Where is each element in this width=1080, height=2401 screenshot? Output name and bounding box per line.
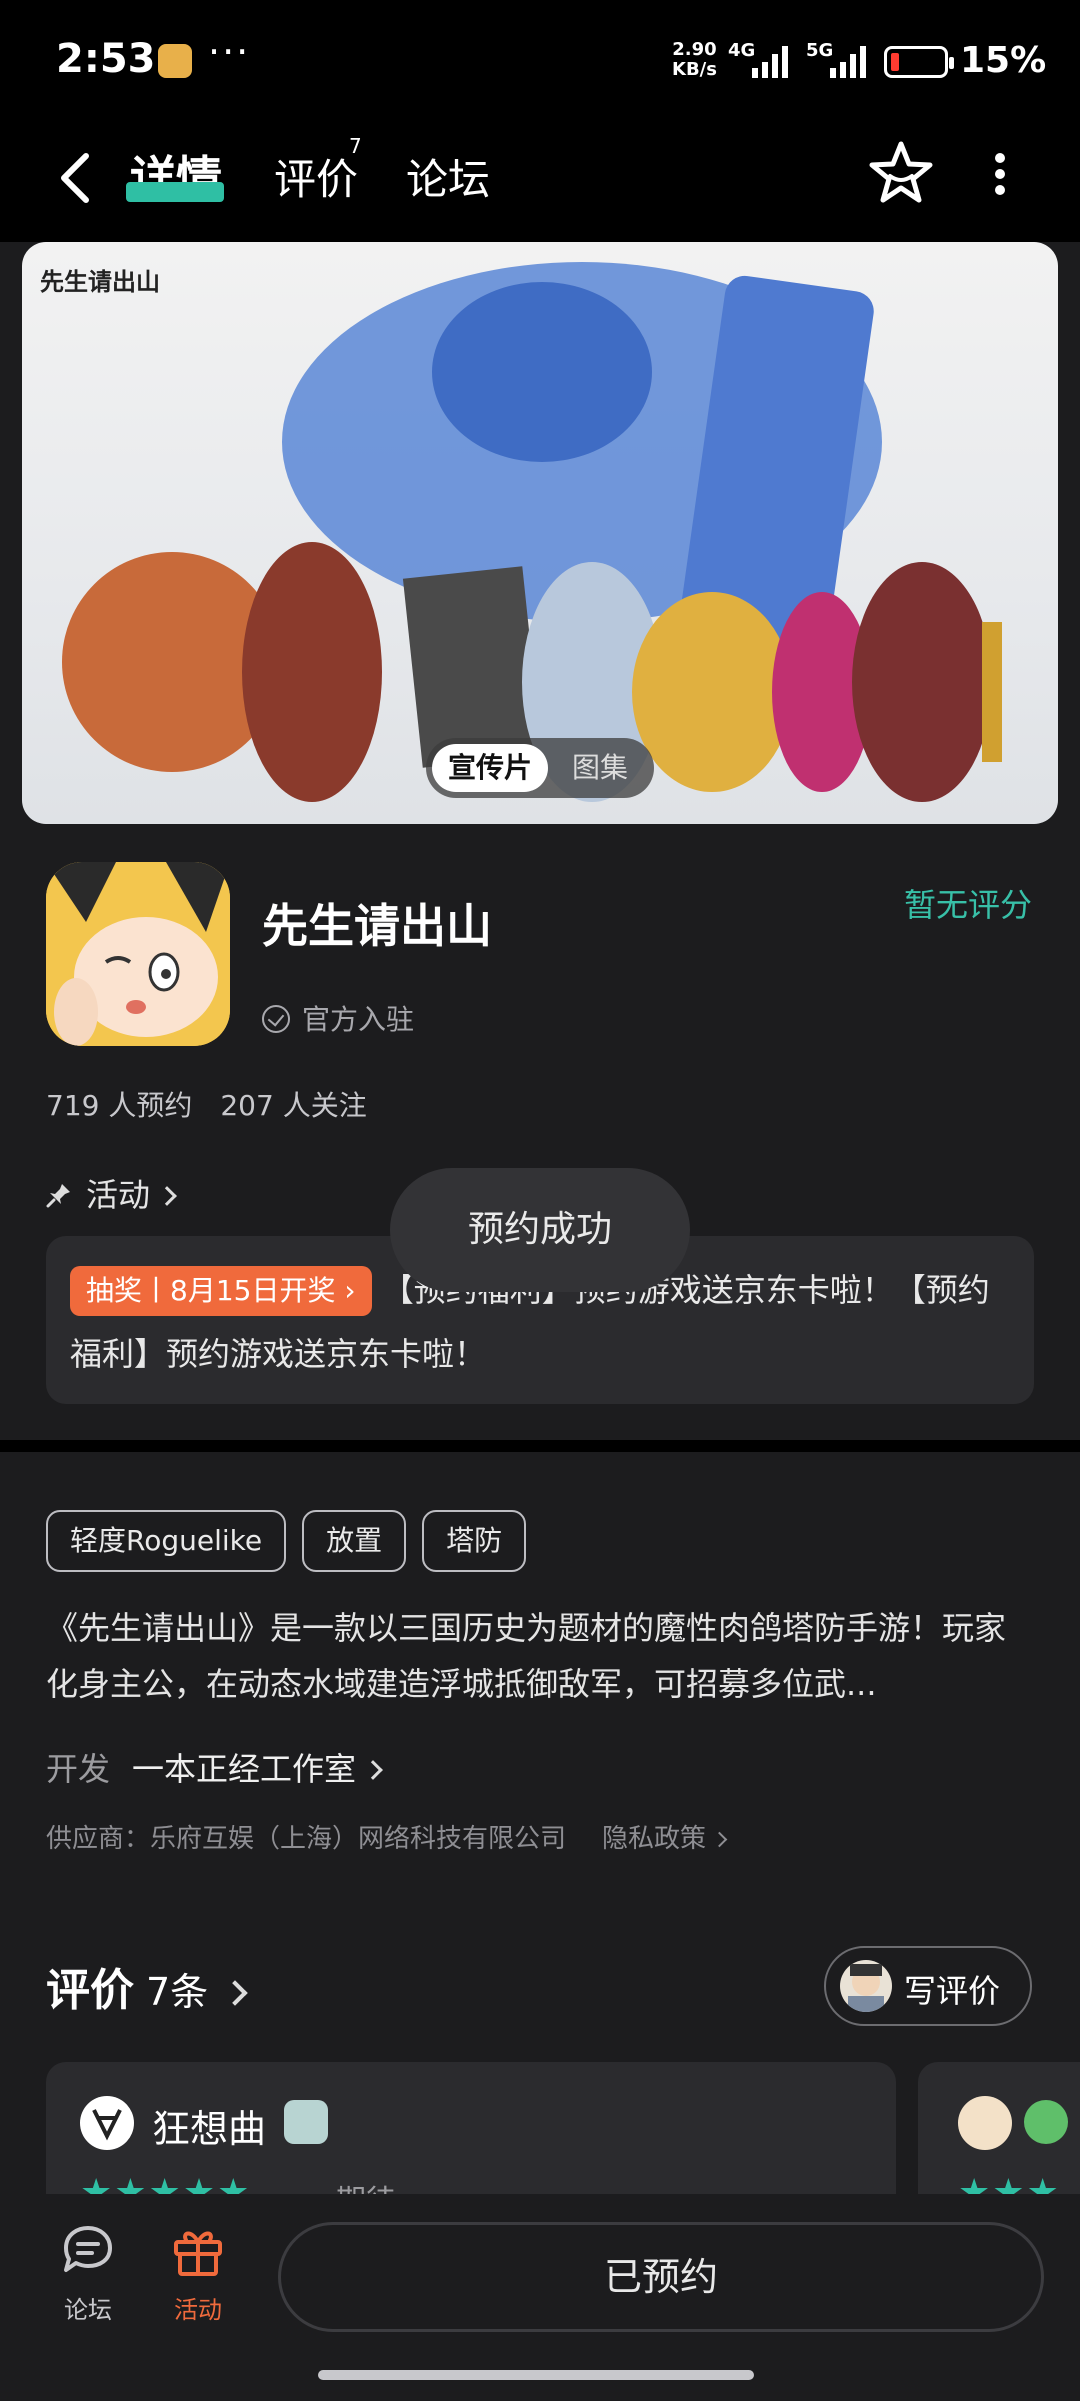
battery-icon (884, 46, 954, 78)
app-stats: 719 人预约 207 人关注 (46, 1084, 367, 1124)
media-toggle: 宣传片 图集 (426, 738, 654, 798)
reviewer-avatar (80, 2096, 134, 2150)
tag-idle[interactable]: 放置 (302, 1510, 407, 1572)
section-divider (0, 1440, 1080, 1452)
banner-artwork (62, 262, 1002, 802)
notification-app-icon (158, 44, 192, 78)
more-notifications-icon: ··· (208, 30, 251, 74)
tag-tower-defense[interactable]: 塔防 (422, 1510, 527, 1572)
reviewer-name: 狂想曲 (152, 2107, 267, 2151)
follower-count: 207 人关注 (220, 1089, 367, 1122)
status-bar: 2:53 ··· 2.90 KB/s 4G 5G 15% (0, 0, 1080, 120)
developer-label: 开发 (46, 1750, 111, 1788)
check-circle-icon (262, 1005, 290, 1033)
banner-logo: 先生请出山 (40, 267, 160, 296)
reviewer-badge-icon (284, 2100, 328, 2144)
active-tab-indicator (126, 182, 224, 202)
lottery-tag[interactable]: 抽奖丨8月15日开奖 › (70, 1266, 372, 1316)
activity-label: 活动 (86, 1176, 151, 1214)
activity-tab-label: 活动 (174, 2296, 222, 2324)
tab-trailer[interactable]: 宣传片 (432, 744, 548, 792)
more-vertical-icon[interactable] (980, 148, 1020, 200)
privacy-policy-link[interactable]: 隐私政策 (602, 1824, 728, 1854)
reviewer-avatar-art (81, 2097, 133, 2149)
tab-forum[interactable]: 论坛 (406, 146, 490, 207)
genre-tags: 轻度Roguelike 放置 塔防 (46, 1510, 542, 1572)
user-avatar (840, 1960, 892, 2012)
chevron-right-icon (157, 1186, 177, 1206)
battery-level (891, 53, 899, 71)
star-icon[interactable] (868, 140, 934, 206)
privacy-policy-label: 隐私政策 (602, 1824, 707, 1854)
write-review-button[interactable]: 写评价 (824, 1946, 1032, 2026)
verified-label: 官方入驻 (302, 1003, 415, 1036)
reviews-header[interactable]: 评价 7条 (46, 1954, 248, 2018)
forum-label: 论坛 (64, 2296, 112, 2324)
user-avatar-art (848, 1964, 884, 2012)
bottom-forum-button[interactable]: 论坛 (48, 2222, 128, 2325)
back-arrow-icon[interactable] (52, 148, 102, 208)
verified-badge: 官方入驻 (262, 998, 414, 1038)
game-description[interactable]: 《先生请出山》是一款以三国历史为题材的魔性肉鸽塔防手游！玩家化身主公，在动态水域… (46, 1600, 1036, 1712)
app-icon-art (46, 862, 230, 1046)
write-review-label: 写评价 (904, 1972, 1001, 2010)
reviews-count: 7条 (146, 1970, 209, 2014)
bottom-action-bar: 论坛 活动 已预约 (0, 2194, 1080, 2401)
chevron-right-icon (222, 1980, 248, 2006)
home-indicator[interactable] (318, 2370, 754, 2380)
gift-icon (174, 2231, 222, 2276)
activity-header[interactable]: 活动 (46, 1170, 177, 1216)
rating-status: 暂无评分 (903, 886, 1032, 924)
network-speed: 2.90 KB/s (672, 40, 717, 80)
forum-icon (64, 2226, 112, 2272)
tab-gallery[interactable]: 图集 (552, 744, 648, 792)
developer-row[interactable]: 开发 一本正经工作室 (46, 1744, 383, 1790)
network-speed-unit: KB/s (672, 59, 717, 80)
pin-icon (46, 1184, 70, 1208)
reviewer-avatar (958, 2096, 1012, 2150)
toast-message: 预约成功 (390, 1168, 690, 1292)
watermelon-icon (1024, 2100, 1068, 2144)
review-count-badge: 7 (349, 134, 362, 158)
lottery-tag-label: 抽奖丨8月15日开奖 (86, 1274, 336, 1307)
developer-name: 一本正经工作室 (132, 1750, 357, 1788)
battery-percent: 15% (960, 40, 1047, 81)
app-icon (46, 862, 230, 1046)
chevron-right-icon (363, 1760, 383, 1780)
status-time: 2:53 (56, 36, 156, 82)
supplier-row: 供应商：乐府互娱（上海）网络科技有限公司 隐私政策 (46, 1818, 728, 1855)
reviews-title: 评价 (46, 1965, 134, 2016)
signal-icon-2 (830, 46, 866, 78)
tab-reviews[interactable]: 评价 (274, 146, 358, 207)
reserved-button[interactable]: 已预约 (278, 2222, 1044, 2332)
network-speed-value: 2.90 (672, 39, 717, 60)
supplier-text: 供应商：乐府互娱（上海）网络科技有限公司 (46, 1824, 567, 1854)
chevron-right-icon (711, 1831, 728, 1848)
app-name: 先生请出山 (262, 899, 492, 953)
tag-roguelike[interactable]: 轻度Roguelike (46, 1510, 287, 1572)
bottom-activity-button[interactable]: 活动 (158, 2222, 238, 2325)
reservation-count: 719 人预约 (46, 1089, 193, 1122)
signal-icon (752, 46, 788, 78)
promo-banner[interactable]: 先生请出山 宣传片 图集 (22, 242, 1058, 824)
